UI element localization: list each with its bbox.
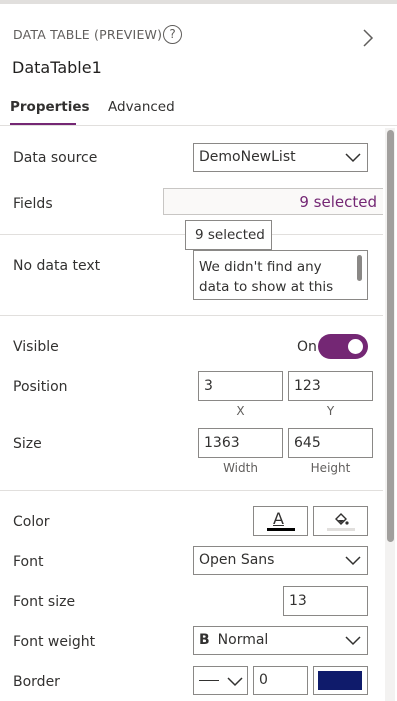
chevron-down-icon [227, 677, 243, 687]
panel-scrollbar-thumb[interactable] [387, 130, 394, 542]
size-label: Size [13, 436, 42, 452]
font-weight-dropdown[interactable]: B Normal [193, 626, 368, 655]
position-label: Position [13, 379, 68, 395]
control-name: DataTable1 [12, 58, 102, 77]
font-dropdown[interactable]: Open Sans [193, 546, 368, 575]
toggle-knob [348, 339, 363, 354]
fields-label: Fields [13, 196, 53, 212]
border-style-dropdown[interactable] [193, 666, 248, 695]
section-divider [0, 315, 383, 316]
control-type-label: DATA TABLE (PREVIEW) [13, 27, 163, 42]
chevron-down-icon [345, 153, 361, 163]
paint-bucket-icon [335, 513, 349, 525]
position-y-caption: Y [326, 404, 335, 418]
font-label: Font [13, 554, 44, 570]
font-size-input[interactable]: 13 [283, 586, 368, 616]
size-height-caption: Height [310, 461, 351, 475]
font-weight-label: Font weight [13, 634, 96, 650]
font-color-icon: A [273, 509, 284, 528]
no-data-text-value: We didn't find any data to show at this [199, 259, 334, 295]
size-width-input[interactable]: 1363 [198, 428, 283, 458]
chevron-right-icon[interactable] [358, 28, 378, 48]
visible-state-text: On [297, 339, 317, 355]
textarea-scrollbar[interactable] [357, 255, 362, 281]
position-x-input[interactable]: 3 [198, 371, 283, 401]
line-style-icon [199, 680, 219, 681]
position-y-input[interactable]: 123 [288, 371, 373, 401]
chevron-down-icon [345, 636, 361, 646]
tab-properties[interactable]: Properties [10, 99, 90, 115]
tabs-divider [0, 125, 397, 126]
chevron-down-icon [345, 556, 361, 566]
data-source-label: Data source [13, 150, 98, 166]
text-color-swatch [267, 528, 295, 531]
no-data-text-label: No data text [13, 258, 101, 274]
position-x-caption: X [236, 404, 245, 418]
text-color-button[interactable]: A [253, 506, 308, 536]
top-divider [0, 0, 397, 4]
data-source-dropdown[interactable]: DemoNewList [193, 143, 368, 172]
tab-advanced[interactable]: Advanced [108, 99, 175, 115]
border-label: Border [13, 674, 60, 690]
visible-label: Visible [13, 339, 59, 355]
fields-tooltip: 9 selected [185, 220, 272, 250]
size-width-caption: Width [223, 461, 258, 475]
border-color-swatch [318, 671, 362, 690]
fill-color-button[interactable] [313, 506, 368, 536]
color-label: Color [13, 514, 50, 530]
visible-toggle[interactable] [318, 334, 368, 359]
section-divider [0, 490, 383, 491]
font-value: Open Sans [199, 552, 275, 568]
font-size-label: Font size [13, 594, 76, 610]
fields-selector[interactable]: 9 selected [163, 188, 383, 215]
bold-glyph-icon: B [199, 632, 210, 648]
data-source-value: DemoNewList [199, 149, 296, 165]
no-data-text-input[interactable]: We didn't find any data to show at this [193, 250, 368, 300]
size-height-input[interactable]: 645 [288, 428, 373, 458]
fields-selected-count: 9 selected [299, 193, 377, 211]
border-thickness-input[interactable]: 0 [253, 666, 308, 695]
help-circle-icon[interactable]: ? [163, 25, 182, 44]
fill-color-swatch [327, 528, 355, 531]
font-weight-value: Normal [217, 632, 269, 648]
